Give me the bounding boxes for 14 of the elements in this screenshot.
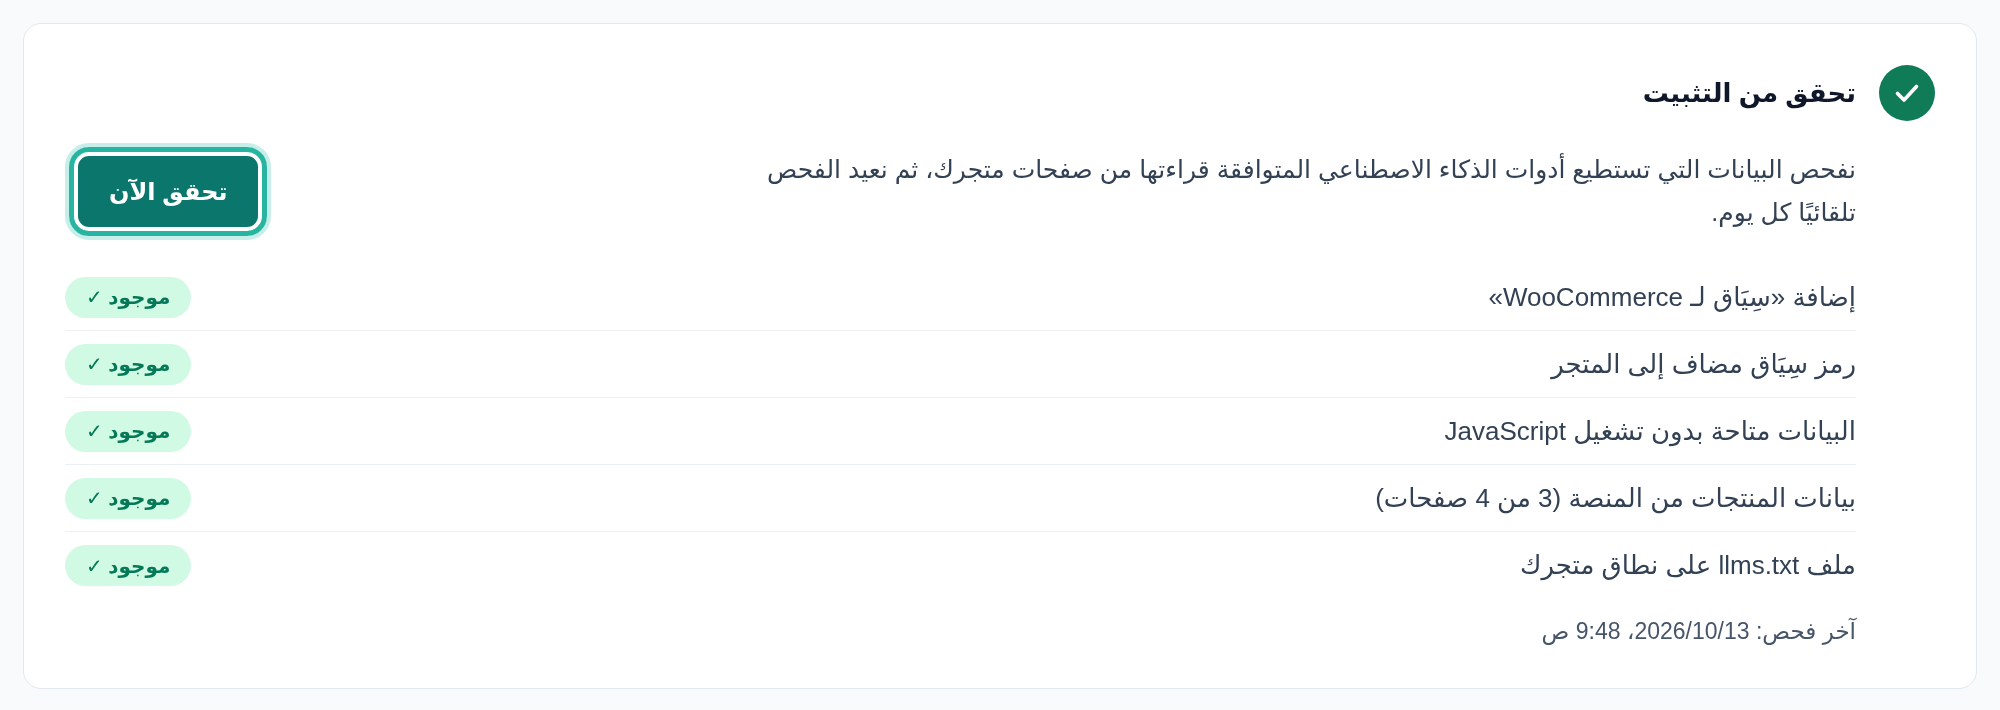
status-badge: موجود ✓ <box>65 343 192 385</box>
status-badge: موجود ✓ <box>65 410 192 452</box>
description-text: نفحص البيانات التي تستطيع أدوات الذكاء الاصطناعي المتوافقة قراءتها من صفحات متجرك، ثم نعيد الفحص تلقائيًا كل يوم. <box>766 152 1856 229</box>
check-label: البيانات متاحة بدون تشغيل JavaScript <box>1444 415 1856 447</box>
last-check-text: آخر فحص: 2026/10/13، 9:48 ص <box>1540 616 1856 647</box>
check-label: بيانات المنتجات من المنصة (3 من 4 صفحات) <box>1375 482 1856 514</box>
status-badge: موجود ✓ <box>65 477 192 519</box>
check-label: رمز سِيَاق مضاف إلى المتجر <box>1551 348 1856 380</box>
check-label: إضافة «سِيَاق لـ WooCommerce» <box>1488 281 1856 313</box>
check-label: ملف llms.txt على نطاق متجرك <box>1520 550 1856 581</box>
status-badge: موجود ✓ <box>65 545 192 586</box>
status-badge: موجود ✓ <box>65 276 192 318</box>
card-title: تحقق من التثبيت <box>1642 77 1856 109</box>
verify-now-button[interactable]: تحقق الآن <box>65 143 272 240</box>
